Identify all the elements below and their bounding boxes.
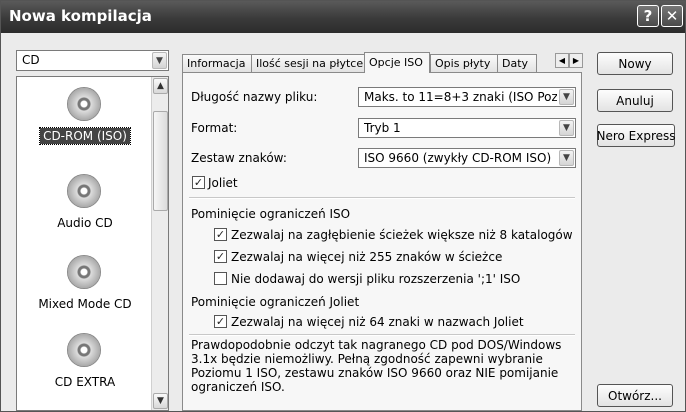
joliet-label: Joliet <box>208 176 238 190</box>
cd-extra-icon <box>67 333 101 367</box>
list-item-label: Mixed Mode CD <box>38 297 132 311</box>
joliet-relax-header: Pominięcie ograniczeń Joliet <box>191 295 360 309</box>
tab-informacja[interactable]: Informacja <box>182 54 252 72</box>
cd-rom-disc-icon <box>67 87 101 121</box>
compilation-type-list[interactable]: CD-ROM (ISO) Audio CD Mixed Mode CD CD E… <box>16 76 169 411</box>
new-compilation-dialog: Nowa kompilacja ? ✕ CD ▼ CD-ROM (ISO) Au… <box>0 0 686 412</box>
charset-select[interactable]: ISO 9660 (zwykły CD-ROM ISO) ▼ <box>358 148 576 168</box>
help-button[interactable]: ? <box>637 5 659 27</box>
list-item-cd-rom-iso[interactable]: CD-ROM (ISO) <box>17 85 153 165</box>
tab-opcje-iso[interactable]: Opcje ISO <box>364 52 430 73</box>
list-item-audio-cd[interactable]: Audio CD <box>17 172 153 252</box>
format-value: Tryb 1 <box>364 121 401 135</box>
charset-value: ISO 9660 (zwykły CD-ROM ISO) <box>364 151 552 165</box>
joliet-long-names-checkbox[interactable]: ✓ <box>214 315 227 328</box>
mixed-mode-cd-icon <box>67 255 101 289</box>
joliet-checkbox[interactable]: ✓ <box>192 176 205 189</box>
filename-length-value: Maks. to 11=8+3 znaki (ISO Poziom 1) <box>364 90 557 104</box>
tab-scroll-left-icon[interactable]: ◀ <box>555 53 569 68</box>
deep-path-checkbox[interactable]: ✓ <box>214 228 227 241</box>
disc-type-value: CD <box>22 53 40 67</box>
chevron-down-icon: ▼ <box>559 120 574 136</box>
scroll-down-button[interactable]: ▼ <box>153 393 168 409</box>
tab-scroll-right-icon[interactable]: ▶ <box>569 53 583 68</box>
window-title: Nowa kompilacja <box>9 7 152 25</box>
no-version-suffix-checkbox[interactable] <box>214 272 227 285</box>
charset-label: Zestaw znaków: <box>191 151 287 165</box>
filename-length-label: Długość nazwy pliku: <box>191 90 318 104</box>
format-label: Format: <box>191 121 238 135</box>
divider <box>189 197 575 199</box>
scroll-up-button[interactable]: ▲ <box>153 78 168 94</box>
long-path-label: Zezwalaj na więcej niż 255 znaków w ście… <box>231 250 503 264</box>
chevron-down-icon: ▼ <box>559 150 574 166</box>
nero-express-button[interactable]: Nero Express <box>596 124 676 147</box>
tab-daty[interactable]: Daty <box>497 54 537 72</box>
divider <box>189 334 575 336</box>
no-version-suffix-label: Nie dodawaj do wersji pliku rozszerzenia… <box>231 272 521 286</box>
chevron-down-icon: ▼ <box>152 52 167 69</box>
format-select[interactable]: Tryb 1 ▼ <box>358 118 576 138</box>
scroll-thumb[interactable] <box>153 111 168 211</box>
tab-sesje[interactable]: Ilość sesji na płytce <box>251 54 366 72</box>
list-item-cd-extra[interactable]: CD EXTRA <box>17 331 153 410</box>
deep-path-label: Zezwalaj na zagłębienie ścieżek większe … <box>231 228 573 242</box>
close-button[interactable]: ✕ <box>661 5 683 27</box>
new-button[interactable]: Nowy <box>597 52 673 75</box>
disc-type-select[interactable]: CD ▼ <box>16 50 169 71</box>
list-item-label: CD EXTRA <box>54 375 116 389</box>
iso-relax-header: Pominięcie ograniczeń ISO <box>191 207 351 221</box>
list-item-label: CD-ROM (ISO) <box>39 127 131 145</box>
chevron-down-icon: ▼ <box>559 89 574 105</box>
compatibility-note: Prawdopodobnie odczyt tak nagranego CD p… <box>191 338 562 394</box>
title-bar[interactable]: Nowa kompilacja ? ✕ <box>1 1 685 33</box>
list-item-label: Audio CD <box>57 216 113 230</box>
list-scrollbar[interactable]: ▲ ▼ <box>151 77 168 410</box>
audio-cd-icon <box>67 174 101 208</box>
joliet-long-names-label: Zezwalaj na więcej niż 64 znaki w nazwac… <box>231 315 524 329</box>
list-item-mixed-mode-cd[interactable]: Mixed Mode CD <box>17 253 153 333</box>
cancel-button[interactable]: Anuluj <box>597 89 673 112</box>
open-button[interactable]: Otwórz... <box>597 384 673 407</box>
long-path-checkbox[interactable]: ✓ <box>214 250 227 263</box>
tab-opis-plyty[interactable]: Opis płyty <box>430 54 498 72</box>
filename-length-select[interactable]: Maks. to 11=8+3 znaki (ISO Poziom 1) ▼ <box>358 87 576 107</box>
